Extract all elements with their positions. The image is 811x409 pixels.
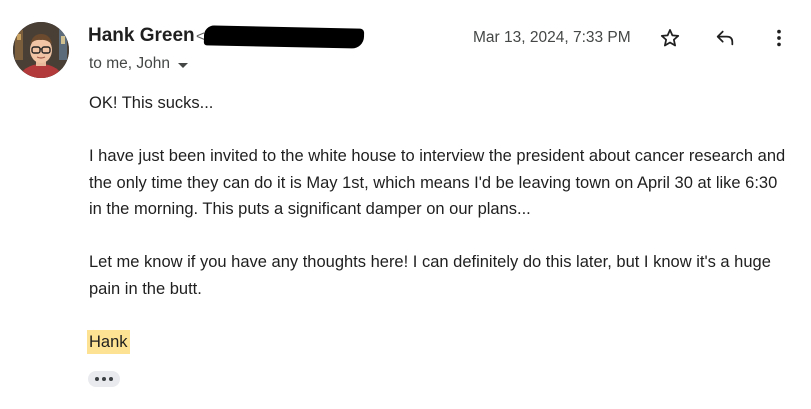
reply-button[interactable] (711, 24, 739, 52)
sender-name[interactable]: Hank Green (88, 25, 195, 47)
chevron-down-icon (178, 62, 188, 68)
ellipsis-dot (109, 377, 113, 381)
show-trimmed-content-button[interactable] (88, 371, 120, 387)
message-timestamp: Mar 13, 2024, 7:33 PM (473, 29, 631, 46)
signature-highlighted: Hank (87, 330, 130, 354)
more-options-button[interactable] (765, 24, 793, 52)
sender-avatar[interactable] (13, 22, 69, 78)
more-vert-icon (777, 29, 781, 47)
message-paragraph: I have just been invited to the white ho… (89, 147, 786, 218)
ellipsis-dot (102, 377, 106, 381)
message-paragraph: OK! This sucks... (89, 94, 214, 112)
reply-icon (716, 30, 734, 46)
redaction-mark (203, 25, 365, 49)
profile-photo-icon (13, 22, 69, 78)
star-button[interactable] (656, 24, 684, 52)
star-icon (660, 29, 680, 47)
ellipsis-icon (95, 377, 99, 381)
recipients-dropdown[interactable]: to me, John (89, 55, 188, 73)
message-paragraph: Let me know if you have any thoughts her… (89, 253, 771, 298)
recipients-label: to me, John (89, 55, 170, 72)
